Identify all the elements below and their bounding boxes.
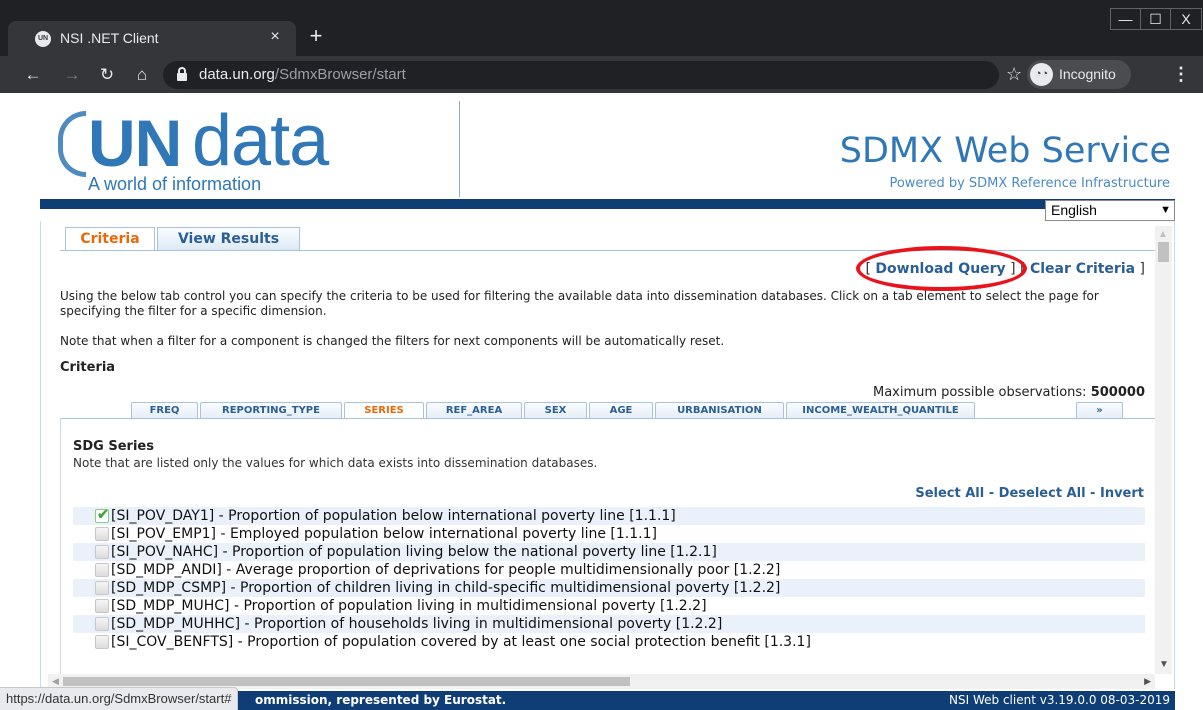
service-title: SDMX Web Service: [839, 131, 1171, 171]
laurel-icon: [58, 111, 86, 177]
list-item[interactable]: [SI_POV_NAHC] - Proportion of population…: [73, 543, 1145, 561]
series-list: ✔ [SI_POV_DAY1] - Proportion of populati…: [73, 507, 1145, 651]
scroll-up-icon[interactable]: ▲: [1158, 229, 1168, 240]
series-label: [SD_MDP_ANDI] - Average proportion of de…: [111, 562, 781, 578]
vertical-scrollbar[interactable]: ▲ ▼: [1155, 226, 1172, 674]
series-label: [SD_MDP_CSMP] - Proportion of children l…: [111, 580, 781, 596]
status-url-bubble: https://data.un.org/SdmxBrowser/start#: [0, 687, 239, 710]
series-checkbox[interactable]: [95, 563, 109, 577]
series-checkbox[interactable]: [95, 581, 109, 595]
series-label: [SI_POV_NAHC] - Proportion of population…: [111, 544, 717, 560]
tab-criteria[interactable]: Criteria: [65, 227, 155, 251]
list-item[interactable]: [SD_MDP_CSMP] - Proportion of children l…: [73, 579, 1145, 597]
tab-reporting-type[interactable]: REPORTING_TYPE: [200, 402, 342, 419]
tab-ref-area[interactable]: REF_AREA: [426, 402, 522, 419]
forward-arrow-icon[interactable]: →: [61, 64, 83, 86]
browser-tab-strip: UN NSI .NET Client × + — ☐ X: [0, 0, 1203, 56]
list-item[interactable]: [SD_MDP_ANDI] - Average proportion of de…: [73, 561, 1145, 579]
scroll-right-icon[interactable]: ▶: [1144, 674, 1151, 689]
bookmark-star-icon[interactable]: ☆: [1006, 63, 1022, 85]
chevron-down-icon: ▼: [1160, 204, 1171, 216]
tab-urbanisation[interactable]: URBANISATION: [655, 402, 784, 419]
minimize-icon[interactable]: —: [1111, 9, 1141, 29]
tab-title: NSI .NET Client: [60, 30, 159, 46]
annotation-ring: [856, 246, 1027, 291]
tab-view-results[interactable]: View Results: [157, 227, 300, 251]
tab-income-wealth-quantile[interactable]: INCOME_WEALTH_QUANTILE: [786, 402, 975, 419]
list-item[interactable]: [SD_MDP_MUHC] - Proportion of population…: [73, 597, 1145, 615]
header-bar: [40, 199, 1175, 209]
series-panel-note: Note that are listed only the values for…: [73, 456, 598, 470]
intro-text: Using the below tab control you can spec…: [60, 289, 1099, 318]
incognito-icon: ◔◔: [1030, 63, 1053, 86]
un-favicon-icon: UN: [35, 31, 51, 47]
window-controls: — ☐ X: [1110, 8, 1202, 30]
list-item[interactable]: [SI_COV_BENFTS] - Proportion of populati…: [73, 633, 1145, 651]
clear-criteria-link[interactable]: Clear Criteria: [1030, 261, 1135, 277]
back-arrow-icon[interactable]: ←: [22, 64, 44, 86]
criteria-heading: Criteria: [60, 360, 116, 375]
web-page: UN data A world of information SDMX Web …: [0, 93, 1203, 710]
select-all-link[interactable]: Select All: [915, 486, 984, 501]
series-panel-title: SDG Series: [73, 439, 154, 454]
address-bar[interactable]: data.un.org/SdmxBrowser/start: [163, 61, 999, 89]
series-checkbox[interactable]: [95, 599, 109, 613]
close-window-icon[interactable]: X: [1171, 9, 1201, 29]
deselect-all-link[interactable]: Deselect All: [999, 486, 1086, 501]
reload-icon[interactable]: ↻: [96, 64, 118, 86]
maximize-icon[interactable]: ☐: [1141, 9, 1171, 29]
series-label: [SI_POV_DAY1] - Proportion of population…: [111, 508, 676, 524]
menu-kebab-icon[interactable]: ⋮: [1172, 63, 1190, 85]
tab-series[interactable]: SERIES: [344, 402, 424, 419]
series-checkbox[interactable]: ✔: [95, 506, 109, 523]
main-tabs: Criteria View Results: [60, 226, 1155, 251]
series-label: [SI_COV_BENFTS] - Proportion of populati…: [111, 634, 811, 650]
footer-credit: ommission, represented by Eurostat.: [255, 693, 507, 707]
header-divider: [459, 101, 460, 197]
tab-sex[interactable]: SEX: [524, 402, 587, 419]
max-observations: Maximum possible observations: 500000: [872, 385, 1145, 400]
logo-tagline: A world of information: [88, 174, 262, 194]
home-icon[interactable]: ⌂: [131, 64, 153, 86]
tab-age[interactable]: AGE: [589, 402, 653, 419]
scrollbar-thumb[interactable]: [1158, 242, 1169, 262]
more-tabs-button[interactable]: »: [1076, 402, 1123, 419]
selection-links: Select All - Deselect All - Invert: [915, 486, 1144, 501]
reset-note: Note that when a filter for a component …: [60, 334, 725, 348]
url-text: data.un.org/SdmxBrowser/start: [199, 66, 406, 83]
footer-version: NSI Web client v3.19.0.0 08-03-2019: [949, 693, 1170, 707]
series-checkbox[interactable]: [95, 635, 109, 649]
series-checkbox[interactable]: [95, 617, 109, 631]
incognito-indicator[interactable]: ◔◔ Incognito: [1027, 60, 1131, 89]
list-item[interactable]: [SD_MDP_MUHHC] - Proportion of household…: [73, 615, 1145, 633]
main-content: Criteria View Results [ Download Query ]…: [48, 226, 1155, 674]
checkmark-icon: ✔: [97, 506, 109, 522]
language-select[interactable]: English ▼: [1045, 200, 1175, 221]
list-item[interactable]: [SI_POV_EMP1] - Employed population belo…: [73, 525, 1145, 543]
browser-tab[interactable]: UN NSI .NET Client ×: [8, 21, 296, 56]
close-tab-icon[interactable]: ×: [265, 27, 285, 47]
series-label: [SD_MDP_MUHC] - Proportion of population…: [111, 598, 707, 614]
series-checkbox[interactable]: [95, 527, 109, 541]
incognito-label: Incognito: [1059, 66, 1116, 82]
dimension-tabs: FREQ REPORTING_TYPE SERIES REF_AREA SEX …: [60, 401, 1155, 419]
new-tab-icon[interactable]: +: [305, 25, 327, 47]
scroll-down-icon[interactable]: ▼: [1159, 659, 1169, 670]
series-label: [SD_MDP_MUHHC] - Proportion of household…: [111, 616, 723, 632]
scrollbar-thumb[interactable]: [63, 677, 630, 686]
lock-icon: [177, 67, 187, 81]
tab-freq[interactable]: FREQ: [131, 402, 198, 419]
max-observations-value: 500000: [1090, 385, 1145, 400]
browser-toolbar: ← → ↻ ⌂ data.un.org/SdmxBrowser/start ☆ …: [0, 56, 1203, 93]
list-item[interactable]: ✔ [SI_POV_DAY1] - Proportion of populati…: [73, 507, 1145, 525]
service-subtitle: Powered by SDMX Reference Infrastructure: [889, 176, 1170, 191]
series-label: [SI_POV_EMP1] - Employed population belo…: [111, 526, 657, 542]
invert-link[interactable]: Invert: [1100, 486, 1144, 501]
series-checkbox[interactable]: [95, 545, 109, 559]
